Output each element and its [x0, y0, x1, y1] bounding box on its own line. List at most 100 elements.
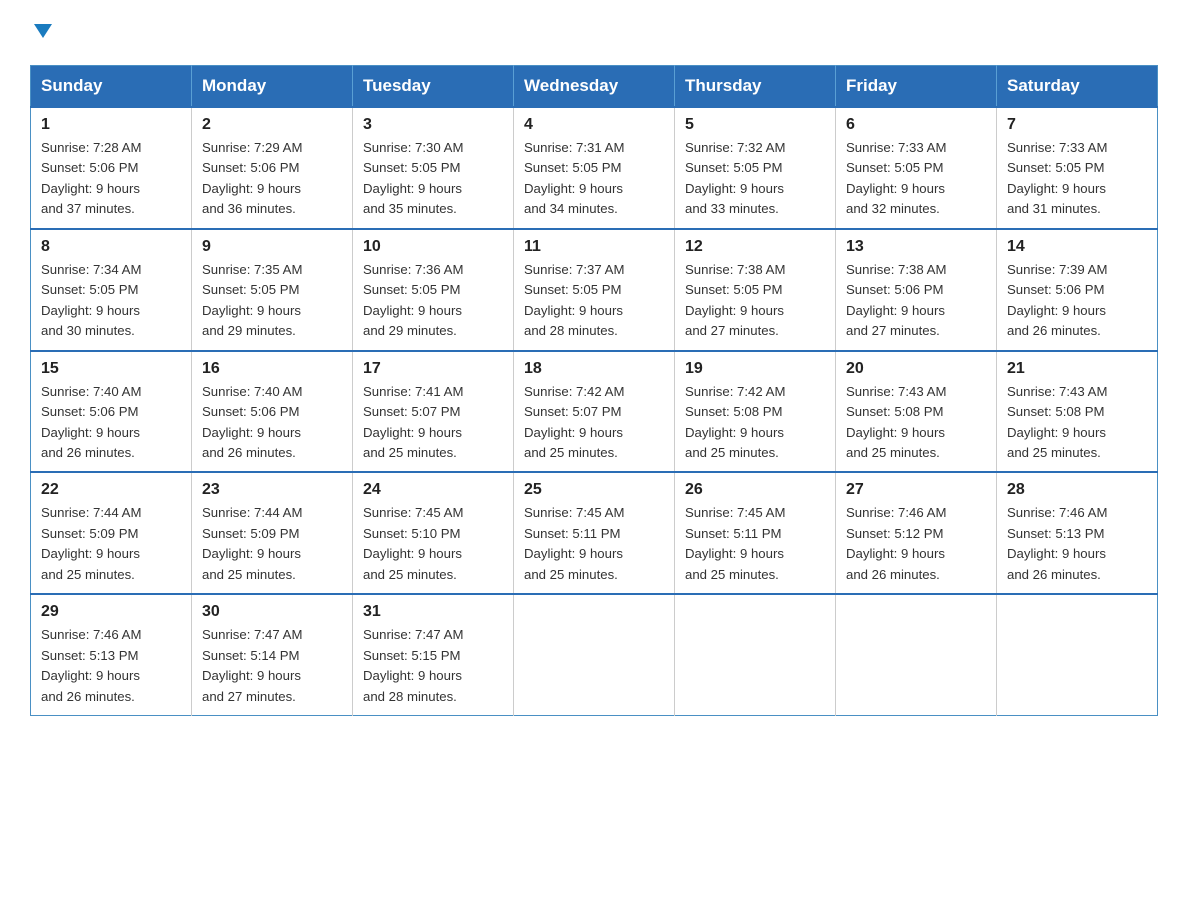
column-header-sunday: Sunday — [31, 66, 192, 108]
calendar-cell — [836, 594, 997, 715]
day-number: 26 — [685, 481, 825, 499]
day-info: Sunrise: 7:32 AM Sunset: 5:05 PM Dayligh… — [685, 138, 825, 220]
day-number: 5 — [685, 116, 825, 134]
day-number: 2 — [202, 116, 342, 134]
day-info: Sunrise: 7:40 AM Sunset: 5:06 PM Dayligh… — [202, 382, 342, 464]
calendar-cell: 31 Sunrise: 7:47 AM Sunset: 5:15 PM Dayl… — [353, 594, 514, 715]
day-number: 15 — [41, 360, 181, 378]
column-header-friday: Friday — [836, 66, 997, 108]
day-info: Sunrise: 7:46 AM Sunset: 5:13 PM Dayligh… — [1007, 503, 1147, 585]
calendar-cell: 27 Sunrise: 7:46 AM Sunset: 5:12 PM Dayl… — [836, 472, 997, 594]
day-info: Sunrise: 7:40 AM Sunset: 5:06 PM Dayligh… — [41, 382, 181, 464]
calendar-cell: 2 Sunrise: 7:29 AM Sunset: 5:06 PM Dayli… — [192, 107, 353, 229]
day-number: 6 — [846, 116, 986, 134]
column-header-wednesday: Wednesday — [514, 66, 675, 108]
calendar-cell — [997, 594, 1158, 715]
day-info: Sunrise: 7:46 AM Sunset: 5:13 PM Dayligh… — [41, 625, 181, 707]
calendar-week-1: 1 Sunrise: 7:28 AM Sunset: 5:06 PM Dayli… — [31, 107, 1158, 229]
day-number: 16 — [202, 360, 342, 378]
calendar-cell: 4 Sunrise: 7:31 AM Sunset: 5:05 PM Dayli… — [514, 107, 675, 229]
day-info: Sunrise: 7:31 AM Sunset: 5:05 PM Dayligh… — [524, 138, 664, 220]
day-info: Sunrise: 7:44 AM Sunset: 5:09 PM Dayligh… — [202, 503, 342, 585]
day-info: Sunrise: 7:46 AM Sunset: 5:12 PM Dayligh… — [846, 503, 986, 585]
column-header-monday: Monday — [192, 66, 353, 108]
day-info: Sunrise: 7:42 AM Sunset: 5:07 PM Dayligh… — [524, 382, 664, 464]
day-number: 18 — [524, 360, 664, 378]
header-row: SundayMondayTuesdayWednesdayThursdayFrid… — [31, 66, 1158, 108]
day-number: 24 — [363, 481, 503, 499]
day-info: Sunrise: 7:28 AM Sunset: 5:06 PM Dayligh… — [41, 138, 181, 220]
logo-arrow-icon — [32, 20, 54, 47]
calendar-week-5: 29 Sunrise: 7:46 AM Sunset: 5:13 PM Dayl… — [31, 594, 1158, 715]
calendar-cell: 17 Sunrise: 7:41 AM Sunset: 5:07 PM Dayl… — [353, 351, 514, 473]
day-number: 17 — [363, 360, 503, 378]
day-number: 7 — [1007, 116, 1147, 134]
day-number: 23 — [202, 481, 342, 499]
day-number: 28 — [1007, 481, 1147, 499]
calendar-cell: 29 Sunrise: 7:46 AM Sunset: 5:13 PM Dayl… — [31, 594, 192, 715]
day-info: Sunrise: 7:34 AM Sunset: 5:05 PM Dayligh… — [41, 260, 181, 342]
calendar-cell: 20 Sunrise: 7:43 AM Sunset: 5:08 PM Dayl… — [836, 351, 997, 473]
day-number: 29 — [41, 603, 181, 621]
calendar-cell: 11 Sunrise: 7:37 AM Sunset: 5:05 PM Dayl… — [514, 229, 675, 351]
day-info: Sunrise: 7:41 AM Sunset: 5:07 PM Dayligh… — [363, 382, 503, 464]
day-number: 3 — [363, 116, 503, 134]
day-info: Sunrise: 7:35 AM Sunset: 5:05 PM Dayligh… — [202, 260, 342, 342]
calendar-cell: 10 Sunrise: 7:36 AM Sunset: 5:05 PM Dayl… — [353, 229, 514, 351]
calendar-cell: 7 Sunrise: 7:33 AM Sunset: 5:05 PM Dayli… — [997, 107, 1158, 229]
day-number: 9 — [202, 238, 342, 256]
calendar-cell: 16 Sunrise: 7:40 AM Sunset: 5:06 PM Dayl… — [192, 351, 353, 473]
calendar-cell: 1 Sunrise: 7:28 AM Sunset: 5:06 PM Dayli… — [31, 107, 192, 229]
day-info: Sunrise: 7:37 AM Sunset: 5:05 PM Dayligh… — [524, 260, 664, 342]
day-info: Sunrise: 7:33 AM Sunset: 5:05 PM Dayligh… — [846, 138, 986, 220]
calendar-cell — [514, 594, 675, 715]
day-number: 13 — [846, 238, 986, 256]
day-number: 20 — [846, 360, 986, 378]
day-info: Sunrise: 7:38 AM Sunset: 5:05 PM Dayligh… — [685, 260, 825, 342]
logo — [30, 20, 54, 47]
calendar-cell: 8 Sunrise: 7:34 AM Sunset: 5:05 PM Dayli… — [31, 229, 192, 351]
day-number: 21 — [1007, 360, 1147, 378]
day-number: 27 — [846, 481, 986, 499]
day-info: Sunrise: 7:47 AM Sunset: 5:14 PM Dayligh… — [202, 625, 342, 707]
calendar-cell: 9 Sunrise: 7:35 AM Sunset: 5:05 PM Dayli… — [192, 229, 353, 351]
day-number: 4 — [524, 116, 664, 134]
day-info: Sunrise: 7:45 AM Sunset: 5:11 PM Dayligh… — [524, 503, 664, 585]
calendar-cell — [675, 594, 836, 715]
day-number: 8 — [41, 238, 181, 256]
calendar-cell: 13 Sunrise: 7:38 AM Sunset: 5:06 PM Dayl… — [836, 229, 997, 351]
calendar-cell: 30 Sunrise: 7:47 AM Sunset: 5:14 PM Dayl… — [192, 594, 353, 715]
calendar-cell: 28 Sunrise: 7:46 AM Sunset: 5:13 PM Dayl… — [997, 472, 1158, 594]
calendar-cell: 24 Sunrise: 7:45 AM Sunset: 5:10 PM Dayl… — [353, 472, 514, 594]
calendar-cell: 21 Sunrise: 7:43 AM Sunset: 5:08 PM Dayl… — [997, 351, 1158, 473]
day-info: Sunrise: 7:33 AM Sunset: 5:05 PM Dayligh… — [1007, 138, 1147, 220]
calendar-cell: 23 Sunrise: 7:44 AM Sunset: 5:09 PM Dayl… — [192, 472, 353, 594]
day-info: Sunrise: 7:45 AM Sunset: 5:11 PM Dayligh… — [685, 503, 825, 585]
day-number: 31 — [363, 603, 503, 621]
day-number: 25 — [524, 481, 664, 499]
day-info: Sunrise: 7:44 AM Sunset: 5:09 PM Dayligh… — [41, 503, 181, 585]
calendar-week-4: 22 Sunrise: 7:44 AM Sunset: 5:09 PM Dayl… — [31, 472, 1158, 594]
column-header-tuesday: Tuesday — [353, 66, 514, 108]
calendar-cell: 3 Sunrise: 7:30 AM Sunset: 5:05 PM Dayli… — [353, 107, 514, 229]
day-info: Sunrise: 7:30 AM Sunset: 5:05 PM Dayligh… — [363, 138, 503, 220]
column-header-thursday: Thursday — [675, 66, 836, 108]
calendar-week-2: 8 Sunrise: 7:34 AM Sunset: 5:05 PM Dayli… — [31, 229, 1158, 351]
day-info: Sunrise: 7:39 AM Sunset: 5:06 PM Dayligh… — [1007, 260, 1147, 342]
calendar-cell: 5 Sunrise: 7:32 AM Sunset: 5:05 PM Dayli… — [675, 107, 836, 229]
day-info: Sunrise: 7:29 AM Sunset: 5:06 PM Dayligh… — [202, 138, 342, 220]
calendar-cell: 15 Sunrise: 7:40 AM Sunset: 5:06 PM Dayl… — [31, 351, 192, 473]
calendar-table: SundayMondayTuesdayWednesdayThursdayFrid… — [30, 65, 1158, 716]
day-number: 11 — [524, 238, 664, 256]
day-info: Sunrise: 7:36 AM Sunset: 5:05 PM Dayligh… — [363, 260, 503, 342]
day-info: Sunrise: 7:43 AM Sunset: 5:08 PM Dayligh… — [846, 382, 986, 464]
calendar-cell: 26 Sunrise: 7:45 AM Sunset: 5:11 PM Dayl… — [675, 472, 836, 594]
calendar-cell: 6 Sunrise: 7:33 AM Sunset: 5:05 PM Dayli… — [836, 107, 997, 229]
day-info: Sunrise: 7:45 AM Sunset: 5:10 PM Dayligh… — [363, 503, 503, 585]
day-info: Sunrise: 7:47 AM Sunset: 5:15 PM Dayligh… — [363, 625, 503, 707]
day-number: 30 — [202, 603, 342, 621]
day-info: Sunrise: 7:43 AM Sunset: 5:08 PM Dayligh… — [1007, 382, 1147, 464]
calendar-cell: 14 Sunrise: 7:39 AM Sunset: 5:06 PM Dayl… — [997, 229, 1158, 351]
day-number: 1 — [41, 116, 181, 134]
day-info: Sunrise: 7:38 AM Sunset: 5:06 PM Dayligh… — [846, 260, 986, 342]
